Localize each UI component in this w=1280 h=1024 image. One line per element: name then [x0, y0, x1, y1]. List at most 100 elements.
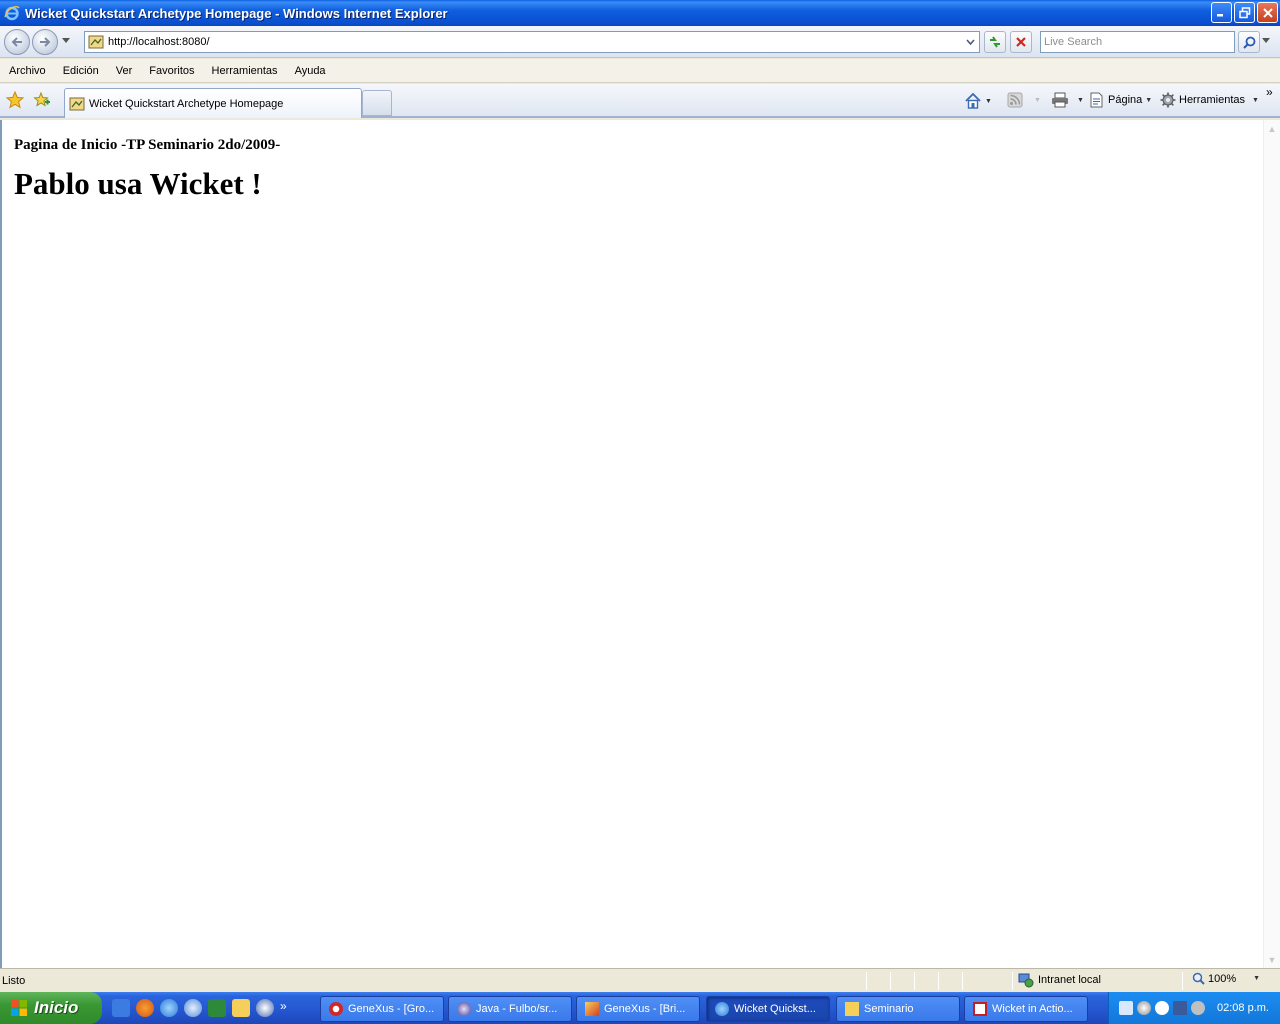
page-menu-label: Página — [1108, 94, 1143, 106]
page-subtitle: Pagina de Inicio -TP Seminario 2do/2009- — [14, 137, 281, 153]
status-divider — [962, 972, 963, 990]
menu-favoritos[interactable]: Favoritos — [140, 65, 202, 77]
taskbar-item-label: GeneXus - [Gro... — [348, 1003, 435, 1015]
shield-icon[interactable] — [1155, 1001, 1169, 1015]
taskbar-item-label: Java - Fulbo/sr... — [476, 1003, 558, 1015]
system-tray: 02:08 p.m. — [1108, 992, 1280, 1024]
close-button[interactable] — [1257, 2, 1278, 23]
start-button[interactable]: Inicio — [0, 992, 102, 1024]
messenger-icon[interactable] — [184, 999, 202, 1017]
chevron-down-icon[interactable]: ▼ — [1077, 97, 1084, 104]
menu-archivo[interactable]: Archivo — [0, 65, 54, 77]
folder-icon[interactable] — [232, 999, 250, 1017]
volume-icon[interactable] — [1191, 1001, 1205, 1015]
forward-button[interactable] — [32, 29, 58, 55]
taskbar-item-wicket-in-action[interactable]: Wicket in Actio... — [964, 996, 1088, 1022]
antivirus-icon[interactable] — [1137, 1001, 1151, 1015]
toolbar-overflow-chevron-icon[interactable]: » — [1266, 85, 1273, 99]
taskbar-item-seminario[interactable]: Seminario — [836, 996, 960, 1022]
window-title: Wicket Quickstart Archetype Homepage - W… — [25, 5, 448, 21]
taskbar: Inicio » GeneXus - [Gro... Java - Fulbo/… — [0, 992, 1280, 1024]
home-button[interactable]: ▼ — [964, 92, 992, 110]
chevron-down-icon: ▼ — [1145, 96, 1153, 104]
eclipse-icon — [457, 1002, 471, 1016]
show-desktop-icon[interactable] — [112, 999, 130, 1017]
scroll-up-arrow-icon[interactable]: ▲ — [1264, 120, 1280, 137]
feeds-button[interactable]: ▼ — [1007, 92, 1041, 108]
address-field[interactable]: http://localhost:8080/ — [84, 31, 980, 53]
pdf-icon — [973, 1002, 987, 1016]
menu-herramientas[interactable]: Herramientas — [203, 65, 286, 77]
scroll-down-arrow-icon[interactable]: ▼ — [1264, 951, 1280, 968]
quick-launch: » — [112, 999, 287, 1017]
page-content: Pagina de Inicio -TP Seminario 2do/2009-… — [14, 137, 280, 202]
back-button[interactable] — [4, 29, 30, 55]
stop-button[interactable] — [1010, 31, 1032, 53]
new-tab-button[interactable] — [362, 90, 392, 116]
security-zone-label: Intranet local — [1038, 974, 1101, 986]
vertical-scrollbar[interactable]: ▲ ▼ — [1263, 120, 1280, 968]
minimize-button[interactable] — [1211, 2, 1232, 23]
page-menu-button[interactable]: Página ▼ — [1089, 92, 1152, 108]
genexus-window-icon — [585, 1002, 599, 1016]
gear-icon — [1160, 92, 1176, 108]
security-zone[interactable]: Intranet local — [1018, 972, 1101, 988]
tab-row: Wicket Quickstart Archetype Homepage ▼ ▼… — [0, 84, 1280, 118]
taskbar-item-wicket-quickstart[interactable]: Wicket Quickst... — [706, 996, 830, 1022]
zoom-control[interactable]: 100% ▼ — [1192, 972, 1260, 985]
page-menu-icon — [1090, 92, 1103, 108]
refresh-button[interactable] — [984, 31, 1006, 53]
tab-label: Wicket Quickstart Archetype Homepage — [89, 97, 284, 110]
history-dropdown-icon[interactable] — [62, 38, 70, 44]
page-icon — [88, 35, 104, 49]
taskbar-item-java-fulbo[interactable]: Java - Fulbo/sr... — [448, 996, 572, 1022]
print-button[interactable]: ▼ — [1051, 92, 1084, 108]
page-heading: Pablo usa Wicket ! — [14, 166, 262, 201]
zoom-level: 100% — [1208, 972, 1237, 985]
restore-button[interactable] — [1234, 2, 1255, 23]
menu-ayuda[interactable]: Ayuda — [286, 65, 334, 77]
address-dropdown-button[interactable] — [962, 32, 979, 52]
clock[interactable]: 02:08 p.m. — [1217, 1002, 1269, 1014]
search-placeholder: Live Search — [1044, 36, 1103, 48]
favorites-star-icon[interactable] — [6, 91, 24, 109]
firefox-icon[interactable] — [136, 999, 154, 1017]
ie-icon[interactable] — [160, 999, 178, 1017]
network-icon[interactable] — [1119, 1001, 1133, 1015]
ie-icon — [4, 6, 20, 21]
genexus-icon — [329, 1002, 343, 1016]
windows-logo-icon — [11, 1000, 27, 1016]
menu-bar: Archivo Edición Ver Favoritos Herramient… — [0, 59, 1280, 83]
tools-menu-label: Herramientas — [1179, 94, 1246, 106]
status-bar: Listo Intranet local 100% ▼ — [0, 968, 1280, 992]
display-icon[interactable] — [1173, 1001, 1187, 1015]
chevron-down-icon: ▼ — [1253, 975, 1261, 982]
minimize-icon — [1217, 14, 1223, 17]
zoom-magnifier-icon — [1192, 972, 1205, 985]
chevron-down-icon: ▼ — [1252, 96, 1259, 104]
taskbar-item-label: Wicket in Actio... — [992, 1003, 1073, 1015]
excel-icon[interactable] — [208, 999, 226, 1017]
chevron-down-icon[interactable]: ▼ — [985, 98, 992, 105]
search-options-dropdown-icon[interactable] — [1262, 38, 1270, 44]
tools-menu-button[interactable]: Herramientas ▼ — [1160, 92, 1259, 108]
search-button[interactable] — [1238, 31, 1260, 53]
menu-ver[interactable]: Ver — [107, 65, 141, 77]
title-bar[interactable]: Wicket Quickstart Archetype Homepage - W… — [0, 0, 1280, 26]
add-favorite-icon[interactable] — [32, 91, 50, 109]
media-player-icon[interactable] — [256, 999, 274, 1017]
tab-wicket-homepage[interactable]: Wicket Quickstart Archetype Homepage — [64, 88, 362, 118]
rss-icon — [1007, 92, 1023, 108]
ie-icon — [715, 1002, 729, 1016]
refresh-icon — [990, 36, 1000, 48]
menu-edicion[interactable]: Edición — [54, 65, 107, 77]
taskbar-item-genexus-bri[interactable]: GeneXus - [Bri... — [576, 996, 700, 1022]
chevron-down-icon: ▼ — [1034, 96, 1041, 104]
quick-launch-overflow-icon[interactable]: » — [280, 999, 287, 1017]
taskbar-item-label: GeneXus - [Bri... — [604, 1003, 686, 1015]
search-input[interactable]: Live Search — [1040, 31, 1235, 53]
page-viewport: Pagina de Inicio -TP Seminario 2do/2009-… — [0, 120, 1280, 968]
page-icon — [69, 97, 85, 110]
status-divider — [1182, 972, 1183, 990]
taskbar-item-genexus-gro[interactable]: GeneXus - [Gro... — [320, 996, 444, 1022]
